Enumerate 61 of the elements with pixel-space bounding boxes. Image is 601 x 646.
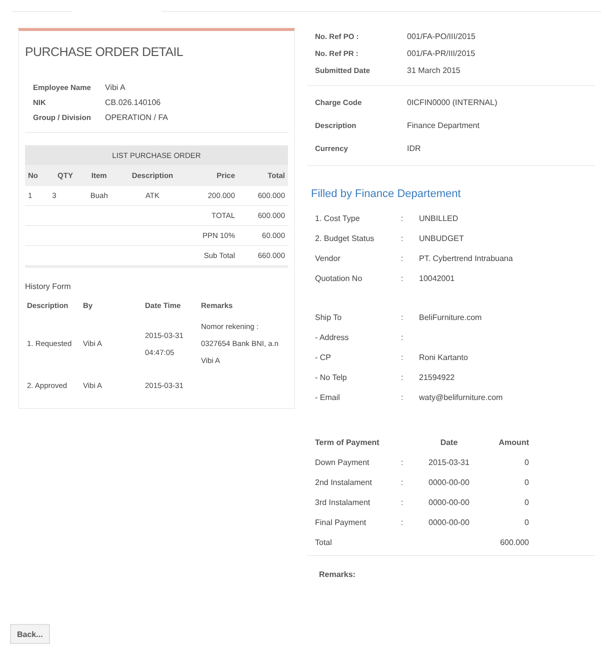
column-header: Amount [498, 438, 529, 447]
colon-separator: : [401, 274, 404, 283]
field-value: Finance Department [407, 121, 480, 130]
payment-date: 0000-00-00 [428, 518, 470, 527]
colon-separator: : [401, 373, 404, 382]
colon-separator: : [401, 353, 404, 362]
field-value: Roni Kartanto [419, 353, 469, 362]
field-value: UNBUDGET [419, 234, 465, 243]
field-value: UNBILLED [419, 214, 460, 223]
section-title: History Form [25, 282, 72, 291]
field-value: 001/FA-PO/III/2015 [407, 32, 476, 41]
remarks-label: Remarks: [319, 570, 356, 579]
field-label: - Address [315, 333, 350, 342]
payment-term: 2nd Instalament [315, 478, 373, 487]
field-value: waty@belifurniture.com [419, 393, 504, 402]
payment-term: Down Payment [315, 458, 370, 467]
column-header: Term of Payment [315, 438, 380, 447]
payment-amount: 0 [524, 458, 529, 467]
total-value: 600.000 [499, 538, 529, 547]
colon-separator: : [401, 518, 404, 527]
field-label: Ship To [315, 313, 343, 322]
payment-date: 2015-03-31 [428, 458, 470, 467]
field-value: OPERATION / FA [105, 113, 169, 122]
field-label: 2. Budget Status [315, 234, 376, 243]
total-label: Total [315, 538, 333, 547]
colon-separator: : [401, 214, 404, 223]
field-label: - No Telp [315, 373, 348, 382]
field-value: CB.026.140106 [105, 98, 162, 107]
section-title: Filled by Finance Departement [311, 188, 462, 200]
colon-separator: : [401, 313, 404, 322]
field-label: 1. Cost Type [315, 214, 361, 223]
field-label: - CP [315, 353, 332, 362]
payment-amount: 0 [524, 518, 529, 527]
field-value: 001/FA-PR/III/2015 [407, 49, 476, 58]
colon-separator: : [401, 234, 404, 243]
field-value: PT. Cybertrend Intrabuana [419, 254, 514, 263]
back-button[interactable]: Back... [10, 624, 50, 644]
field-value: 10042001 [419, 274, 456, 283]
colon-separator: : [401, 478, 404, 487]
payment-term: 3rd Instalament [315, 498, 372, 507]
colon-separator: : [401, 254, 404, 263]
payment-amount: 0 [524, 498, 529, 507]
colon-separator: : [401, 333, 404, 342]
colon-separator: : [401, 458, 404, 467]
field-label: Vendor [315, 254, 342, 263]
field-value: IDR [407, 144, 422, 153]
field-value: 31 March 2015 [407, 66, 462, 75]
field-label: Quotation No [315, 274, 364, 283]
field-value: BeliFurniture.com [419, 313, 483, 322]
field-value: 0ICFIN0000 (INTERNAL) [407, 98, 498, 107]
field-value: Vibi A [105, 83, 126, 92]
payment-date: 0000-00-00 [428, 478, 470, 487]
field-label: - Email [315, 393, 341, 402]
colon-separator: : [401, 498, 404, 507]
field-value: 21594922 [419, 373, 456, 382]
page-title: PURCHASE ORDER DETAIL [25, 45, 184, 59]
payment-date: 0000-00-00 [428, 498, 470, 507]
payment-term: Final Payment [315, 518, 368, 527]
column-header: Date [439, 438, 459, 447]
payment-amount: 0 [524, 478, 529, 487]
colon-separator: : [401, 393, 404, 402]
